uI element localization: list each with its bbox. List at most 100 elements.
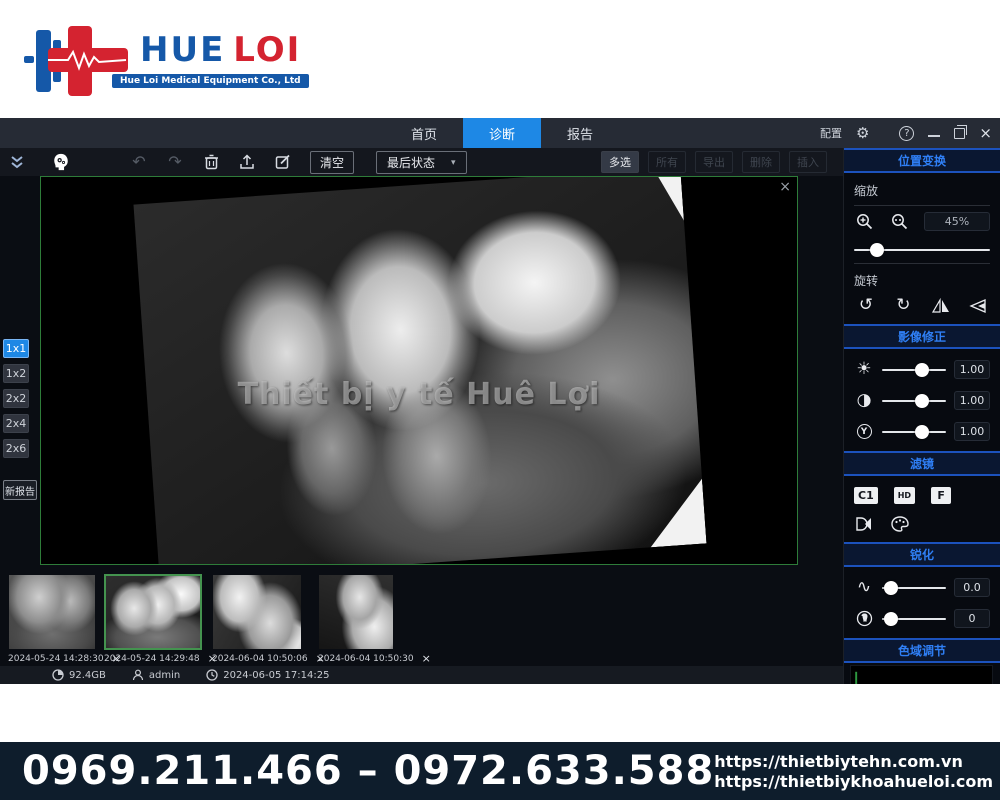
- insert-button[interactable]: 插入: [789, 151, 827, 173]
- denoise-knob[interactable]: [884, 612, 898, 626]
- collapse-chevrons-icon[interactable]: [6, 151, 28, 173]
- phone-numbers: 0969.211.466 – 0972.633.588: [22, 748, 714, 794]
- site-header: HUELOI Hue Loi Medical Equipment Co., Lt…: [0, 0, 1000, 118]
- sharpen-knob[interactable]: [884, 581, 898, 595]
- close-icon[interactable]: ×: [979, 126, 992, 141]
- brightness-icon: ☀: [854, 361, 874, 378]
- thumb-close-icon[interactable]: ×: [422, 652, 431, 665]
- gamma-knob[interactable]: [915, 425, 929, 439]
- titlebar: 首页 诊断 报告 配置 ⚙ ? ×: [0, 118, 1000, 148]
- invert-filter-icon[interactable]: [854, 516, 874, 532]
- thumbnail-image[interactable]: [318, 574, 394, 650]
- thumbnail-timestamp: 2024-05-24 14:28:30: [8, 654, 104, 664]
- brightness-value[interactable]: 1.00: [954, 360, 990, 379]
- thumbnail-item: 2024-06-04 10:50:06 ×: [212, 574, 302, 665]
- layout-1x1-button[interactable]: 1x1: [3, 339, 29, 358]
- zoom-label: 缩放: [854, 178, 990, 206]
- denoise-slider[interactable]: [882, 612, 946, 626]
- gear-icon[interactable]: ⚙: [856, 124, 869, 142]
- thumbnail-item: 2024-06-04 10:50:30 ×: [318, 574, 394, 665]
- filter-hd-button[interactable]: HD: [894, 487, 915, 504]
- sharpen-wave-icon: ∿: [854, 579, 874, 596]
- minimize-icon[interactable]: [928, 129, 940, 137]
- filter-f-button[interactable]: F: [931, 487, 951, 504]
- logo-hue: HUE: [140, 30, 225, 70]
- storage-status: 92.4GB: [52, 669, 106, 681]
- xray-viewport[interactable]: Thiết bị y tế Huê Lợi ×: [40, 176, 798, 565]
- contact-banner: 0969.211.466 – 0972.633.588 https://thie…: [0, 742, 1000, 800]
- thumbnail-image-selected[interactable]: [104, 574, 202, 650]
- flip-horizontal-icon[interactable]: [931, 298, 951, 314]
- logo-text: HUELOI: [140, 30, 301, 70]
- delete-button[interactable]: 删除: [742, 151, 780, 173]
- last-state-dropdown[interactable]: 最后状态 ▾: [376, 151, 467, 174]
- filter-c1-button[interactable]: C1: [854, 487, 878, 504]
- ecg-line-icon: [46, 48, 130, 72]
- contrast-knob[interactable]: [915, 394, 929, 408]
- layout-rail: 1x1 1x2 2x2 2x4 2x6 新报告: [3, 339, 37, 500]
- brightness-slider[interactable]: [882, 363, 946, 377]
- logo-loi: LOI: [233, 30, 301, 70]
- thumbnail-image[interactable]: [212, 574, 302, 650]
- tools-panel: 位置变换 缩放 45% 旋: [843, 148, 1000, 684]
- zoom-in-icon[interactable]: [854, 213, 874, 230]
- app-window: 首页 诊断 报告 配置 ⚙ ? ×: [0, 118, 1000, 684]
- denoise-value[interactable]: 0: [954, 609, 990, 628]
- flip-vertical-icon[interactable]: [968, 298, 988, 314]
- user-icon: [132, 669, 144, 681]
- rotate-cw-icon[interactable]: ↻: [893, 297, 913, 314]
- config-button[interactable]: 配置: [820, 125, 842, 141]
- denoise-tooth-icon: [854, 610, 874, 627]
- website-link-1[interactable]: https://thietbiytehn.com.vn: [714, 752, 963, 771]
- layout-2x6-button[interactable]: 2x6: [3, 439, 29, 458]
- sharpen-value[interactable]: 0.0: [954, 578, 990, 597]
- layout-2x4-button[interactable]: 2x4: [3, 414, 29, 433]
- delete-icon[interactable]: [200, 151, 222, 173]
- layout-2x2-button[interactable]: 2x2: [3, 389, 29, 408]
- titlebar-right: 配置 ⚙ ? ×: [820, 118, 992, 148]
- undo-icon[interactable]: ↶: [128, 151, 150, 173]
- tab-home[interactable]: 首页: [385, 118, 463, 148]
- zoom-value-field[interactable]: 45%: [924, 212, 990, 231]
- maximize-icon[interactable]: [954, 128, 965, 139]
- user-status: admin: [132, 669, 180, 681]
- multiselect-button[interactable]: 多选: [601, 151, 639, 173]
- export-button[interactable]: 导出: [695, 151, 733, 173]
- section-filters-title: 滤镜: [844, 451, 1000, 476]
- thumbnail-timestamp: 2024-06-04 10:50:30: [318, 654, 414, 664]
- layout-1x2-button[interactable]: 1x2: [3, 364, 29, 383]
- gamma-value[interactable]: 1.00: [954, 422, 990, 441]
- main-tabs: 首页 诊断 报告: [385, 118, 619, 148]
- contrast-icon: ◑: [854, 392, 874, 409]
- thumbnail-timestamp: 2024-05-24 14:29:48: [104, 654, 200, 664]
- tab-report[interactable]: 报告: [541, 118, 619, 148]
- rotate-ccw-icon[interactable]: ↺: [856, 297, 876, 314]
- redo-icon[interactable]: ↷: [164, 151, 186, 173]
- contrast-value[interactable]: 1.00: [954, 391, 990, 410]
- gamma-slider[interactable]: [882, 425, 946, 439]
- palette-icon[interactable]: [890, 516, 910, 532]
- contrast-slider[interactable]: [882, 394, 946, 408]
- clear-button[interactable]: 清空: [310, 151, 354, 174]
- film-corner: [632, 472, 707, 549]
- viewport-close-icon[interactable]: ×: [779, 179, 791, 195]
- gamma-icon: Y: [854, 424, 874, 439]
- thumbnail-image[interactable]: [8, 574, 96, 650]
- website-link-2[interactable]: https://thietbiykhoahueloi.com: [714, 772, 993, 791]
- workspace: 1x1 1x2 2x2 2x4 2x6 新报告 Thiết bị y tế Hu…: [0, 176, 843, 572]
- filmstrip: 2024-05-24 14:28:30 × 2024-05-24 14:29:4…: [0, 572, 843, 666]
- tab-diagnosis[interactable]: 诊断: [463, 118, 541, 148]
- sharpen-slider[interactable]: [882, 581, 946, 595]
- select-all-button[interactable]: 所有: [648, 151, 686, 173]
- xray-image[interactable]: [133, 176, 706, 565]
- brightness-knob[interactable]: [915, 363, 929, 377]
- logo-tagline: Hue Loi Medical Equipment Co., Ltd: [112, 74, 309, 88]
- zoom-reset-icon[interactable]: [889, 213, 909, 230]
- head-gears-icon[interactable]: [50, 151, 72, 173]
- zoom-slider[interactable]: [854, 243, 990, 257]
- help-icon[interactable]: ?: [899, 126, 914, 141]
- edit-icon[interactable]: [272, 151, 294, 173]
- export-upload-icon[interactable]: [236, 151, 258, 173]
- new-report-button[interactable]: 新报告: [3, 480, 37, 500]
- zoom-slider-knob[interactable]: [870, 243, 884, 257]
